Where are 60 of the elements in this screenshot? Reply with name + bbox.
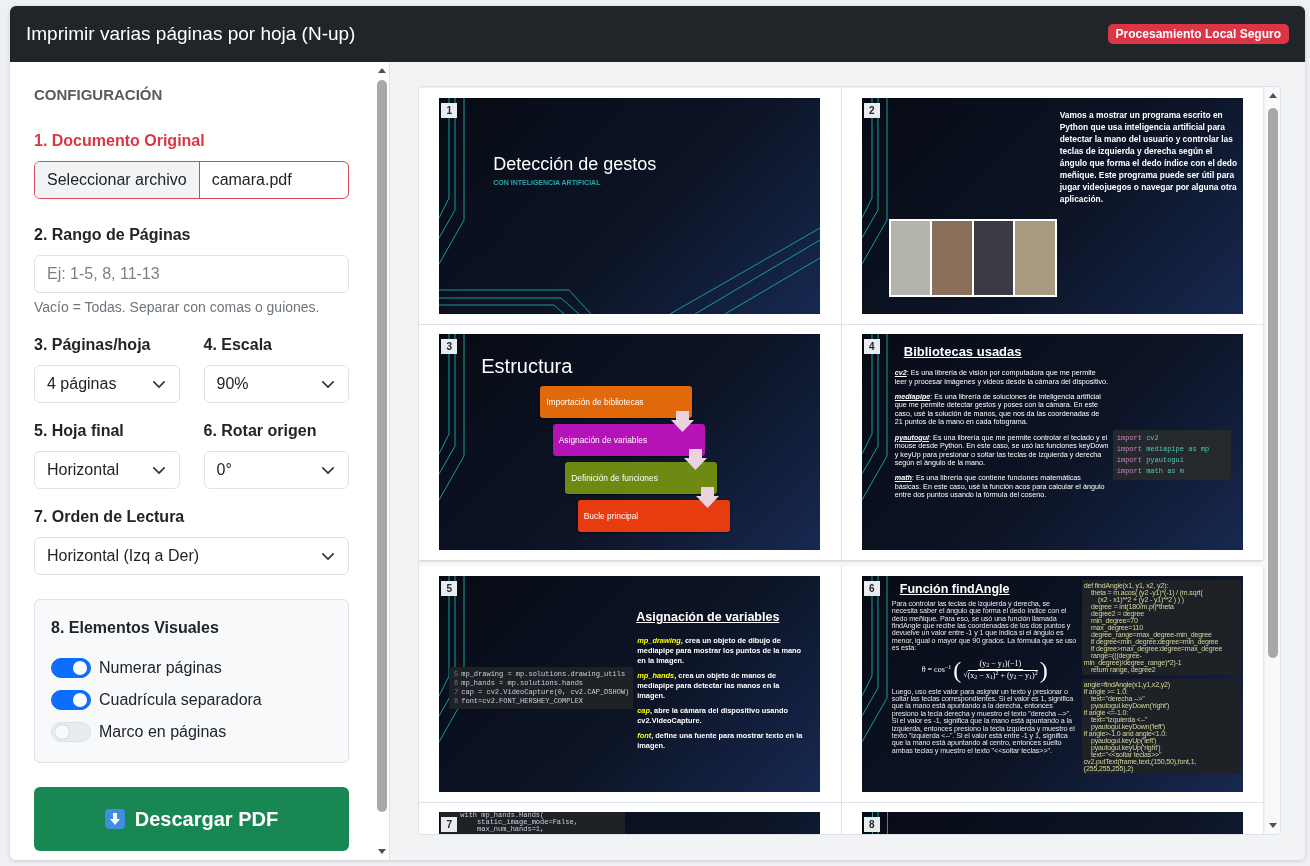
field-label: 3. Páginas/hoja xyxy=(34,335,152,355)
slide-title: Bibliotecas usadas xyxy=(903,344,1023,361)
section-heading: CONFIGURACIÓN xyxy=(34,85,164,105)
slide-title: Función findAngle xyxy=(899,581,1011,597)
toggle-label: Cuadrícula separadora xyxy=(99,690,262,710)
field-label: 6. Rotar origen xyxy=(203,421,318,441)
flowchart-step: Asignación de variables xyxy=(552,424,705,457)
page-number-badge: 6 xyxy=(863,580,880,596)
field-label: 5. Hoja final xyxy=(34,421,125,441)
toggle-label: Marco en páginas xyxy=(99,722,227,742)
slide-title: Estructura xyxy=(481,354,573,379)
down-arrow-icon xyxy=(683,449,707,471)
field-label: 4. Escala xyxy=(203,335,273,355)
dropdown-select[interactable]: 4 páginas xyxy=(34,365,180,403)
hint-text: Vacío = Todas. Separar con comas o guiones. xyxy=(34,298,321,317)
dropdown-select[interactable]: 0° xyxy=(203,451,349,489)
page-number-badge: 8 xyxy=(863,817,880,833)
security-badge: Procesamiento Local Seguro xyxy=(1107,24,1289,44)
chevron-down-icon xyxy=(322,380,334,388)
page-number-badge: 1 xyxy=(441,102,458,118)
slide-title: Detección de gestos xyxy=(493,152,657,175)
page-number-badge: 4 xyxy=(863,339,880,355)
page-range-input[interactable]: Ej: 1-5, 8, 11-13 xyxy=(34,255,349,293)
card-title: 8. Elementos Visuales xyxy=(51,618,220,638)
chevron-down-icon xyxy=(152,380,165,388)
chevron-down-icon xyxy=(322,552,334,560)
flowchart-step: Definición de funciones xyxy=(565,462,718,495)
chevron-down-icon xyxy=(152,466,165,474)
file-input[interactable]: Seleccionar archivo camara.pdf xyxy=(34,161,349,199)
app-title: Imprimir varias páginas por hoja (N-up) xyxy=(26,21,356,46)
page-number-badge: 7 xyxy=(441,817,458,833)
dropdown-select[interactable]: 90% xyxy=(203,365,349,403)
toggle-switch[interactable] xyxy=(51,658,91,678)
down-arrow-icon xyxy=(671,411,695,433)
page-number-badge: 3 xyxy=(441,339,458,355)
slide-paragraph: Vamos a mostrar un programa escrito en Python que usa inteligencia artificial para detectar la mano del usuario y controlar las teclas de izquierda y derecha según el ángulo que forma el dedo índice con el dedo meñique. Este programa puede ser útil para jugar videojuegos o navegar por alguna otra aplicación. xyxy=(1059,108,1239,205)
download-button[interactable]: Descargar PDF xyxy=(34,787,349,851)
scroll-down-arrow-icon[interactable] xyxy=(1269,823,1277,828)
scroll-up-arrow-icon[interactable] xyxy=(378,68,386,73)
toggle-label: Numerar páginas xyxy=(99,658,222,678)
choose-file-button[interactable]: Seleccionar archivo xyxy=(35,162,200,198)
dropdown-select[interactable]: Horizontal (Izq a Der) xyxy=(34,537,349,575)
scrollbar-thumb[interactable] xyxy=(377,80,387,812)
scroll-down-arrow-icon[interactable] xyxy=(378,849,386,854)
slide-title: Asignación de variables xyxy=(636,609,780,625)
chevron-down-icon xyxy=(322,466,334,474)
page-number-badge: 5 xyxy=(441,580,458,596)
toggle-switch[interactable] xyxy=(51,690,91,710)
file-name-text: camara.pdf xyxy=(210,170,293,190)
dropdown-select[interactable]: Horizontal xyxy=(34,451,180,489)
flowchart-step: Importación de bibliotecas xyxy=(540,386,693,419)
scrollbar-thumb[interactable] xyxy=(1268,108,1278,658)
flowchart-step: Bucle principal xyxy=(577,500,730,533)
scroll-up-arrow-icon[interactable] xyxy=(1269,93,1277,98)
down-arrow-icon xyxy=(696,487,720,509)
page-number-badge: 2 xyxy=(863,102,880,118)
field-label: 1. Documento Original xyxy=(34,131,206,151)
math-formula: θ = cos$^{−1}$( (y$_{2}$ − y$_{1}$)(−1) √(x$_{2}$ − x$_{1}$)$^{2}$ + (y$_{2}$ − y$_{1}$)$^{2}$) xyxy=(921,656,1048,683)
field-label: 7. Orden de Lectura xyxy=(34,507,186,527)
field-label: 2. Rango de Páginas xyxy=(34,225,192,245)
